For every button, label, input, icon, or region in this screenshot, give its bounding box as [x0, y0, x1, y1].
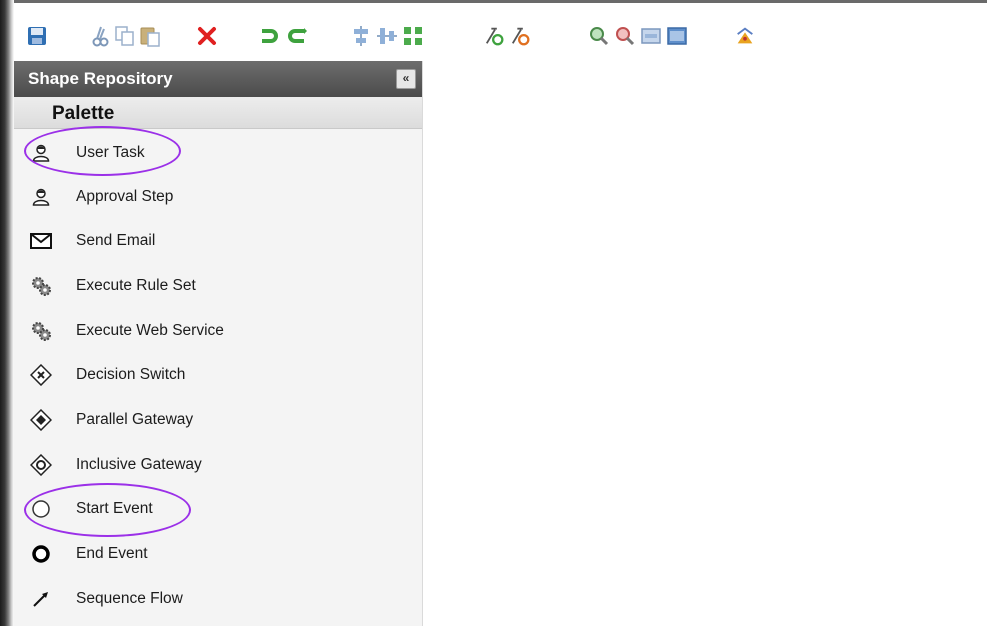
copy-icon[interactable] [114, 25, 136, 47]
envelope-icon [30, 230, 52, 252]
zoom-in-icon[interactable] [588, 25, 610, 47]
cut-icon[interactable] [90, 25, 112, 47]
diagram-canvas[interactable] [423, 61, 987, 626]
palette-item-label: Approval Step [76, 188, 174, 205]
palette-item-label: Send Email [76, 232, 156, 249]
double-chevron-left-icon: « [402, 71, 410, 85]
palette-item-label: Execute Rule Set [76, 277, 196, 294]
palette-item-end-event[interactable]: End Event [14, 532, 422, 576]
palette-item-label: Start Event [76, 500, 153, 517]
exclusive-gateway-icon [30, 364, 52, 386]
palette-item-send-email[interactable]: Send Email [14, 219, 422, 263]
palette-item-label: End Event [76, 545, 148, 562]
window-left-edge [0, 0, 14, 626]
palette-item-execute-rule-set[interactable]: Execute Rule Set [14, 264, 422, 308]
delete-icon[interactable] [196, 25, 218, 47]
save-icon[interactable] [26, 25, 48, 47]
palette-item-execute-web-service[interactable]: Execute Web Service [14, 309, 422, 353]
redo-icon[interactable] [286, 25, 308, 47]
auto-layout-icon[interactable] [734, 25, 756, 47]
end-event-icon [30, 543, 52, 565]
zoom-fit-icon[interactable] [666, 25, 688, 47]
palette-item-label: Sequence Flow [76, 590, 183, 607]
palette-item-decision-switch[interactable]: Decision Switch [14, 353, 422, 397]
panel-header: Shape Repository « [14, 61, 422, 97]
user-icon [30, 142, 52, 164]
palette-item-parallel-gateway[interactable]: Parallel Gateway [14, 398, 422, 442]
gears-icon [30, 275, 52, 297]
palette-group-title[interactable]: Palette [14, 97, 422, 129]
toolbar [14, 0, 987, 64]
paste-icon[interactable] [139, 25, 161, 47]
arrow-icon [30, 588, 52, 610]
palette-item-approval-step[interactable]: Approval Step [14, 175, 422, 219]
remove-docker-icon[interactable] [510, 25, 532, 47]
palette-item-label: Parallel Gateway [76, 411, 194, 428]
palette-item-inclusive-gateway[interactable]: Inclusive Gateway [14, 443, 422, 487]
palette-item-start-event[interactable]: Start Event [14, 487, 422, 531]
align-vertical-icon[interactable] [350, 25, 372, 47]
shape-repository-panel: Shape Repository « Palette User Task App… [14, 61, 423, 626]
palette-item-label: Decision Switch [76, 366, 186, 383]
gears-icon [30, 320, 52, 342]
panel-title: Shape Repository [28, 69, 173, 88]
user-icon [30, 186, 52, 208]
start-event-icon [30, 498, 52, 520]
palette-item-label: Inclusive Gateway [76, 456, 202, 473]
zoom-standard-icon[interactable] [640, 25, 662, 47]
palette-item-user-task[interactable]: User Task [14, 131, 422, 175]
inclusive-gateway-icon [30, 454, 52, 476]
zoom-out-icon[interactable] [614, 25, 636, 47]
palette-item-label: Execute Web Service [76, 322, 224, 339]
parallel-gateway-icon [30, 409, 52, 431]
align-horizontal-icon[interactable] [376, 25, 398, 47]
group-icon[interactable] [402, 25, 424, 47]
undo-icon[interactable] [258, 25, 280, 47]
add-docker-icon[interactable] [484, 25, 506, 47]
palette-item-sequence-flow[interactable]: Sequence Flow [14, 577, 422, 621]
collapse-panel-button[interactable]: « [396, 69, 416, 89]
palette-item-label: User Task [76, 144, 145, 161]
